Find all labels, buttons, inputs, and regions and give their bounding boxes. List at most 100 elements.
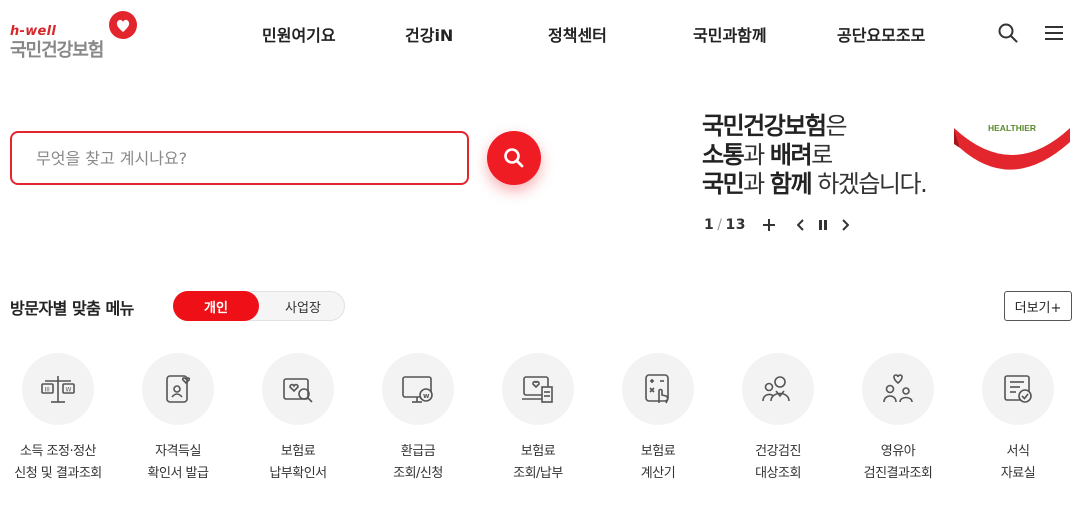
hamburger-menu-icon[interactable] xyxy=(1043,22,1065,44)
nav-policy-center[interactable]: 정책센터 xyxy=(548,22,607,46)
label-line: 확인서 발급 xyxy=(147,466,209,481)
svg-text:W: W xyxy=(66,387,72,394)
banner-text: 국민건강보험 xyxy=(702,112,827,140)
search-input[interactable] xyxy=(12,133,467,183)
banner-text: 과 xyxy=(743,170,770,198)
banner-controls: 1/13 xyxy=(704,215,854,235)
label-line: 계산기 xyxy=(640,466,676,481)
label-line: 신청 및 결과조회 xyxy=(14,466,102,481)
quick-menu-label: 보험료 계산기 xyxy=(598,441,718,485)
main-banner-slogan[interactable]: 국민건강보험은 소통과 배려로 국민과 함께 하겠습니다. xyxy=(702,112,962,199)
quick-menu-item[interactable]: III W 소득 조정·정산 신청 및 결과조회 xyxy=(0,353,118,485)
quick-menu-label: 소득 조정·정산 신청 및 결과조회 xyxy=(0,441,118,485)
quick-menu-circle: w xyxy=(382,353,454,425)
search-icon[interactable] xyxy=(997,22,1019,44)
quick-menu-circle xyxy=(742,353,814,425)
people-checkup-icon xyxy=(762,376,790,402)
label-line: 조회/신청 xyxy=(393,466,443,481)
search-field xyxy=(10,131,469,185)
banner-line-3: 국민과 함께 하겠습니다. xyxy=(702,170,962,199)
quick-menu-label: 서식 자료실 xyxy=(958,441,1078,485)
quick-menu-item[interactable]: 영유아 검진결과조회 xyxy=(838,353,958,485)
nav-civil-service[interactable]: 민원여기요 xyxy=(262,22,336,46)
quick-menu-label: 자격득실 확인서 발급 xyxy=(118,441,238,485)
label-line: 서식 xyxy=(1006,444,1030,459)
quick-menu-item[interactable]: 보험료 조회/납부 xyxy=(478,353,598,485)
quick-menu-label: 건강검진 대상조회 xyxy=(718,441,838,485)
site-logo[interactable]: h-well 국민건강보험 xyxy=(10,10,140,61)
banner-text: 소통 xyxy=(702,141,745,169)
quick-menu-label: 보험료 납부확인서 xyxy=(238,441,358,485)
quick-menu-label: 영유아 검진결과조회 xyxy=(838,441,958,485)
more-button[interactable]: 더보기+ xyxy=(1004,291,1072,321)
banner-text: 국민 xyxy=(702,170,745,198)
label-line: 검진결과조회 xyxy=(863,466,933,481)
label-line: 영유아 xyxy=(880,444,916,459)
quick-menu-label: 보험료 조회/납부 xyxy=(478,441,598,485)
search-icon xyxy=(504,148,524,168)
label-line: 보험료 xyxy=(280,444,316,459)
banner-line-2: 소통과 배려로 xyxy=(702,141,962,170)
label-line: 환급금 xyxy=(400,444,436,459)
laptop-bill-icon xyxy=(522,376,553,403)
pause-icon[interactable] xyxy=(814,216,832,234)
label-line: 대상조회 xyxy=(755,466,801,481)
label-line: 건강검진 xyxy=(755,444,801,459)
search-document-icon xyxy=(283,378,313,403)
slide-counter: 1/13 xyxy=(704,217,746,233)
banner-text: 로 xyxy=(811,141,833,169)
quick-menu-circle xyxy=(262,353,334,425)
family-heart-icon xyxy=(883,374,913,403)
quick-menu-item[interactable]: 보험료 계산기 xyxy=(598,353,718,485)
banner-text: 함께 xyxy=(769,170,813,198)
calculator-hand-icon xyxy=(645,374,669,404)
svg-text:III: III xyxy=(45,387,51,394)
quick-menu-item[interactable]: 서식 자료실 xyxy=(958,353,1078,485)
tab-individual[interactable]: 개인 xyxy=(173,291,259,321)
banner-text: 은 xyxy=(825,112,847,140)
label-line: 자격득실 xyxy=(155,444,201,459)
section-title: 방문자별 맞춤 메뉴 xyxy=(10,299,134,318)
quick-menu-circle xyxy=(502,353,574,425)
chevron-left-icon[interactable] xyxy=(792,216,810,234)
quick-menu-circle xyxy=(142,353,214,425)
monitor-coin-icon: w xyxy=(402,376,433,403)
quick-menu-item[interactable]: w 환급금 조회/신청 xyxy=(358,353,478,485)
logo-name: 국민건강보험 xyxy=(10,40,104,61)
healthier-text: HEALTHIER xyxy=(988,123,1036,133)
quick-menu-item[interactable]: 보험료 납부확인서 xyxy=(238,353,358,485)
nav-about-corp[interactable]: 공단요모조모 xyxy=(837,22,925,46)
slide-total: 13 xyxy=(725,217,746,233)
tab-business[interactable]: 사업장 xyxy=(260,291,346,321)
label-line: 보험료 xyxy=(640,444,676,459)
label-line: 납부확인서 xyxy=(269,466,327,481)
quick-menu-label: 환급금 조회/신청 xyxy=(358,441,478,485)
label-line: 조회/납부 xyxy=(513,466,563,481)
banner-text: 배려 xyxy=(769,141,813,169)
quick-menu-circle: III W xyxy=(22,353,94,425)
quick-menu-circle xyxy=(982,353,1054,425)
svg-text:w: w xyxy=(423,392,430,400)
banner-text: 하겠습니다. xyxy=(811,170,928,198)
nav-health-in[interactable]: 건강iN xyxy=(405,22,453,46)
nav-with-people[interactable]: 국민과함께 xyxy=(693,22,767,46)
document-check-icon xyxy=(1004,375,1032,403)
banner-line-1: 국민건강보험은 xyxy=(702,112,962,141)
plus-icon[interactable] xyxy=(760,216,778,234)
label-line: 자료실 xyxy=(1000,466,1036,481)
search-button[interactable] xyxy=(487,131,541,185)
healthier-logo: HEALTHIER xyxy=(954,123,1070,170)
label-line: 소득 조정·정산 xyxy=(19,444,97,459)
banner-text: 과 xyxy=(743,141,770,169)
quick-menu-circle xyxy=(622,353,694,425)
visitor-type-toggle: 개인 사업장 xyxy=(173,291,345,321)
id-card-heart-icon xyxy=(166,375,191,403)
quick-menu-circle xyxy=(862,353,934,425)
scale-icon: III W xyxy=(41,376,75,403)
quick-menu-item[interactable]: 자격득실 확인서 발급 xyxy=(118,353,238,485)
slide-current: 1 xyxy=(704,217,715,233)
quick-menu-item[interactable]: 건강검진 대상조회 xyxy=(718,353,838,485)
chevron-right-icon[interactable] xyxy=(836,216,854,234)
label-line: 보험료 xyxy=(520,444,556,459)
heart-logo-icon xyxy=(109,11,137,39)
